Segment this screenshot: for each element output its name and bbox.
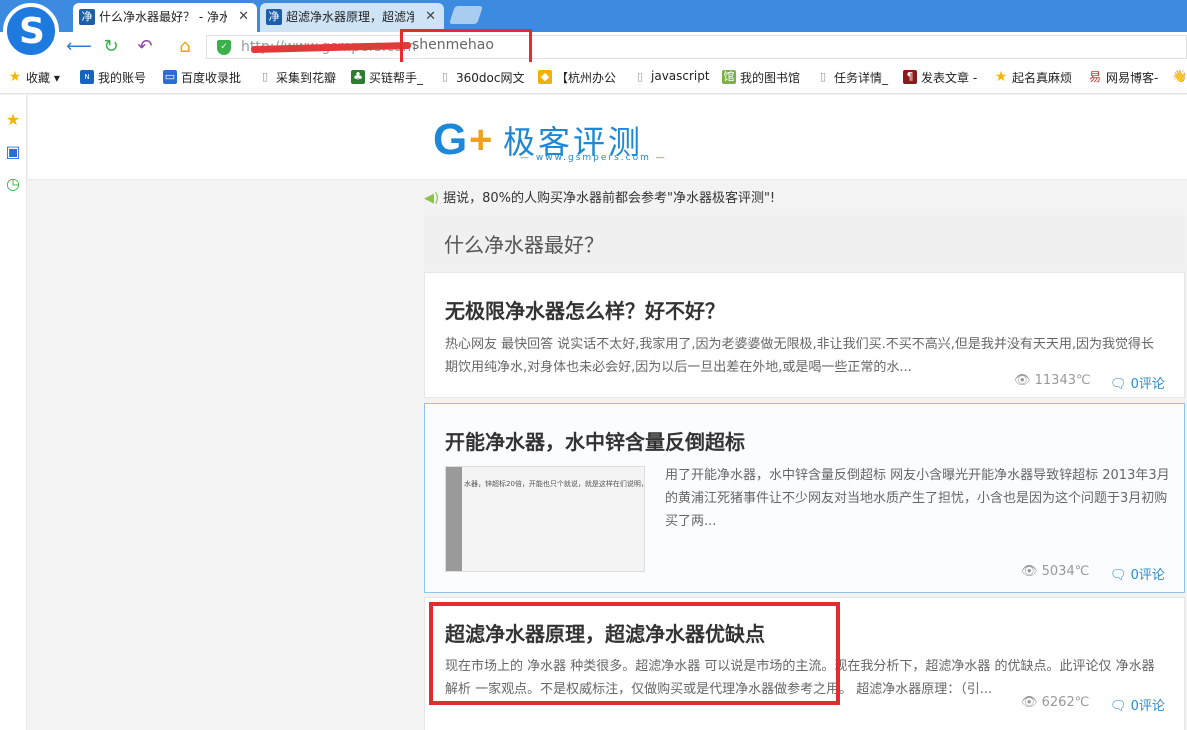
- library-icon: 馆: [722, 70, 736, 84]
- tab-inactive[interactable]: 净 超滤净水器原理，超滤净 ✕: [260, 3, 444, 32]
- article-thumbnail[interactable]: 水器，锌超标20倍，开能也只个就说，就是这样在们说明，最底准们来说明: [445, 466, 645, 572]
- tab-favicon: 净: [79, 9, 95, 25]
- article-card[interactable]: 无极限净水器怎么样？好不好？ 热心网友 最快回答 说实话不太好,我家用了,因为老…: [424, 272, 1185, 398]
- reading-mode-icon[interactable]: ▣: [4, 143, 22, 161]
- article-title[interactable]: 开能净水器，水中锌含量反倒超标: [445, 426, 745, 455]
- back-arrow-icon[interactable]: ⟵: [66, 35, 92, 59]
- tree-icon: ♣: [351, 70, 365, 84]
- bookmark-item[interactable]: ▯ 360doc网文: [438, 69, 525, 86]
- comment-icon: 🗨: [1110, 699, 1131, 714]
- monitor-icon: ▭: [163, 70, 177, 84]
- netease-icon: 易: [1088, 70, 1101, 84]
- thumbnail-sidebar: [446, 467, 462, 571]
- article-highlight-box: [429, 602, 840, 705]
- notice-text: 据说，80%的人购买净水器前都会参考"净水器极客评测"!: [443, 191, 776, 206]
- bookmark-item[interactable]: ▯ javascript: [633, 69, 710, 83]
- bookmark-item[interactable]: ▭ 百度收录批: [163, 69, 241, 86]
- browser-sidebar: ★ ▣ ◷: [0, 95, 27, 730]
- bookmark-item[interactable]: ¶ 发表文章 -: [903, 69, 977, 86]
- history-clock-icon[interactable]: ◷: [4, 175, 22, 193]
- bookmark-item[interactable]: 馆我的图书馆: [722, 69, 800, 86]
- view-count: 👁 5034℃: [1021, 564, 1090, 579]
- web-page: G + 极客评测 — www.gsmpers.com — ◀) 据说，80%的人购…: [28, 95, 1187, 730]
- bookmark-bar: ★ 收藏 ▾ N 我的账号 ▭ 百度收录批 ▯ 采集到花瓣 ♣ 买链帮手_ ▯ 360doc…: [0, 62, 1187, 94]
- home-icon[interactable]: ⌂: [173, 35, 197, 59]
- article-excerpt: 用了开能净水器，水中锌含量反倒超标 网友小含曝光开能净水器导致锌超标 2013年…: [665, 468, 1170, 529]
- speaker-icon: ◀): [424, 191, 440, 206]
- tab-bar: 净 什么净水器最好？ - 净水 ✕ 净 超滤净水器原理，超滤净 ✕: [0, 0, 1187, 32]
- new-tab-button[interactable]: [449, 6, 483, 24]
- comment-icon: 🗨: [1110, 377, 1131, 392]
- tab-title: 超滤净水器原理，超滤净: [286, 10, 414, 24]
- eye-icon: 👁: [1014, 373, 1035, 388]
- undo-icon[interactable]: ↶: [133, 35, 157, 59]
- category-header: 什么净水器最好？: [424, 215, 1185, 271]
- url-highlighted-text: shenmehao: [412, 37, 494, 53]
- comment-icon: 🗨: [1110, 568, 1131, 583]
- eye-icon: 👁: [1021, 564, 1042, 579]
- view-count: 👁 6262℃: [1021, 695, 1090, 710]
- view-count: 👁 11343℃: [1014, 373, 1091, 388]
- article-card[interactable]: 开能净水器，水中锌含量反倒超标 水器，锌超标20倍，开能也只个就说，就是这样在们…: [424, 403, 1185, 593]
- thumbnail-text: 水器，锌超标20倍，开能也只个就说，就是这样在们说明，最底准们来说明: [464, 480, 644, 488]
- bookmark-item[interactable]: ★ 起名真麻烦: [994, 69, 1072, 86]
- site-notice: ◀) 据说，80%的人购买净水器前都会参考"净水器极客评测"!: [424, 187, 775, 206]
- bookmark-item[interactable]: ▯ 采集到花瓣: [258, 69, 336, 86]
- star-icon: ★: [8, 69, 22, 85]
- more-bookmarks-icon[interactable]: 👋: [1172, 69, 1187, 83]
- site-logo-url: — www.gsmpers.com —: [520, 153, 667, 163]
- star-icon: ★: [994, 69, 1008, 85]
- bookmark-item[interactable]: ★ 收藏 ▾: [8, 69, 60, 86]
- article-title[interactable]: 无极限净水器怎么样？好不好？: [445, 295, 725, 324]
- bookmark-item[interactable]: N 我的账号: [80, 69, 146, 86]
- page-icon: ▯: [636, 70, 644, 83]
- page-icon: ▯: [819, 70, 827, 83]
- comment-link[interactable]: 🗨 0评论: [1110, 373, 1165, 392]
- nav-bar: ⟵ ↻ ↶ ⌂ ✓ http://www.gsmpers.com: [0, 32, 1187, 62]
- close-icon[interactable]: ✕: [425, 3, 436, 31]
- secure-shield-icon: ✓: [217, 40, 231, 55]
- site-logo-plus: +: [469, 118, 493, 162]
- bookmark-item[interactable]: ◆ 【杭州办公: [538, 69, 616, 86]
- close-icon[interactable]: ✕: [238, 3, 249, 31]
- tab-active[interactable]: 净 什么净水器最好？ - 净水 ✕: [73, 3, 257, 32]
- page-icon: ▯: [261, 70, 269, 83]
- refresh-icon[interactable]: ↻: [99, 35, 123, 59]
- favorites-star-icon[interactable]: ★: [4, 111, 22, 129]
- tab-favicon: 净: [266, 9, 282, 25]
- eye-icon: 👁: [1021, 695, 1042, 710]
- site-header: G + 极客评测 — www.gsmpers.com —: [28, 95, 1187, 180]
- app-icon: ◆: [538, 70, 552, 84]
- category-title: 什么净水器最好？: [444, 233, 604, 257]
- site-logo-g[interactable]: G: [433, 115, 467, 165]
- page-icon: ▯: [441, 70, 449, 83]
- comment-link[interactable]: 🗨 0评论: [1110, 695, 1165, 714]
- tab-title: 什么净水器最好？ - 净水: [99, 10, 227, 24]
- comment-link[interactable]: 🗨 0评论: [1110, 564, 1165, 583]
- bookmark-item[interactable]: ♣ 买链帮手_: [351, 69, 423, 86]
- browser-logo-icon[interactable]: S: [3, 3, 59, 59]
- address-bar[interactable]: ✓ http://www.gsmpers.com: [206, 35, 1187, 59]
- news-icon: N: [80, 70, 94, 84]
- post-icon: ¶: [903, 70, 917, 84]
- bookmark-item[interactable]: ▯ 任务详情_: [816, 69, 888, 86]
- bookmark-item[interactable]: 易网易博客-: [1088, 69, 1158, 86]
